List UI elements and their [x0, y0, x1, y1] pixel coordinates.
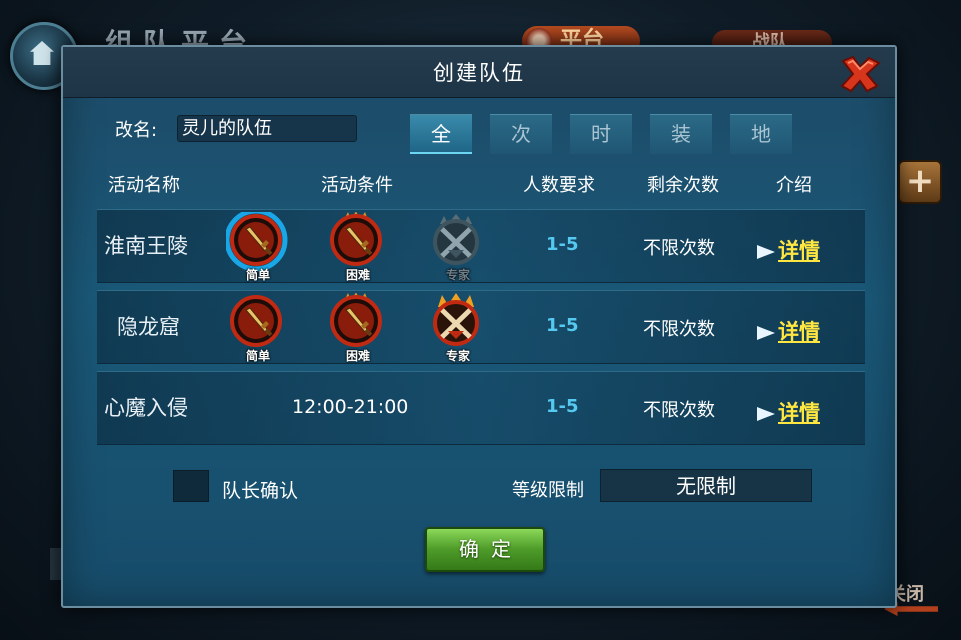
team-size-value: 1-5 — [546, 396, 579, 417]
difficulty-label: 专家 — [445, 349, 470, 363]
rename-label: 改名: — [115, 120, 158, 141]
table-row: 隐龙窟 简单 困难 专家 1-5 不限次数 详情 — [97, 290, 865, 364]
difficulty-label: 专家 — [445, 268, 470, 282]
remaining-count: 不限次数 — [643, 319, 715, 340]
difficulty-hard-button[interactable]: 困难 — [326, 212, 390, 284]
filter-tab-all[interactable]: 全 — [410, 114, 472, 154]
difficulty-label: 困难 — [345, 349, 370, 363]
arrow-right-icon — [757, 326, 775, 340]
arrow-right-icon — [757, 245, 775, 259]
team-name-input[interactable]: 灵儿的队伍 — [177, 115, 357, 142]
team-size-value: 1-5 — [546, 315, 579, 336]
team-size-value: 1-5 — [546, 234, 579, 255]
detail-link[interactable]: 详情 — [778, 235, 820, 265]
remaining-count: 不限次数 — [643, 400, 715, 421]
column-header-condition: 活动条件 — [321, 175, 393, 196]
difficulty-expert-button[interactable]: 专家 — [426, 212, 490, 284]
detail-link[interactable]: 详情 — [778, 397, 820, 427]
remaining-count: 不限次数 — [643, 238, 715, 259]
confirm-button[interactable]: 确定 — [425, 527, 545, 572]
table-row: 心魔入侵 12:00-21:00 1-5 不限次数 详情 — [97, 371, 865, 445]
create-team-dialog: 创建队伍 改名: 灵儿的队伍 全 次 时 装 地 活动名称 活动条件 人数要求 … — [61, 45, 897, 608]
leader-confirm-checkbox[interactable] — [173, 470, 209, 502]
column-header-remaining: 剩余次数 — [647, 175, 719, 196]
plus-icon[interactable]: + — [898, 160, 942, 204]
leader-confirm-label: 队长确认 — [222, 480, 299, 502]
activity-name: 淮南王陵 — [104, 234, 188, 258]
activity-name: 心魔入侵 — [104, 396, 188, 420]
difficulty-label: 简单 — [245, 349, 270, 363]
time-range: 12:00-21:00 — [292, 396, 409, 418]
difficulty-expert-button[interactable]: 专家 — [426, 293, 490, 365]
activity-name: 隐龙窟 — [117, 315, 180, 339]
column-header-intro: 介绍 — [776, 175, 812, 196]
column-header-name: 活动名称 — [108, 175, 180, 196]
difficulty-label: 简单 — [245, 268, 270, 282]
filter-tab-count[interactable]: 次 — [490, 114, 552, 154]
dialog-title: 创建队伍 — [433, 61, 525, 85]
difficulty-easy-button[interactable]: 简单 — [226, 293, 290, 365]
level-limit-select[interactable]: 无限制 — [600, 469, 812, 502]
filter-tab-location[interactable]: 地 — [730, 114, 792, 154]
arrow-right-icon — [757, 407, 775, 421]
filter-tab-time[interactable]: 时 — [570, 114, 632, 154]
dialog-header: 创建队伍 — [63, 47, 895, 98]
filter-tab-gear[interactable]: 装 — [650, 114, 712, 154]
column-header-team-size: 人数要求 — [523, 175, 595, 196]
close-icon[interactable] — [839, 55, 881, 93]
difficulty-label: 困难 — [345, 268, 370, 282]
difficulty-easy-button[interactable]: 简单 — [226, 212, 290, 284]
detail-link[interactable]: 详情 — [778, 316, 820, 346]
table-row: 淮南王陵 简单 困难 专家 1-5 不限次数 详情 — [97, 209, 865, 283]
level-limit-label: 等级限制 — [512, 480, 584, 501]
difficulty-hard-button[interactable]: 困难 — [326, 293, 390, 365]
